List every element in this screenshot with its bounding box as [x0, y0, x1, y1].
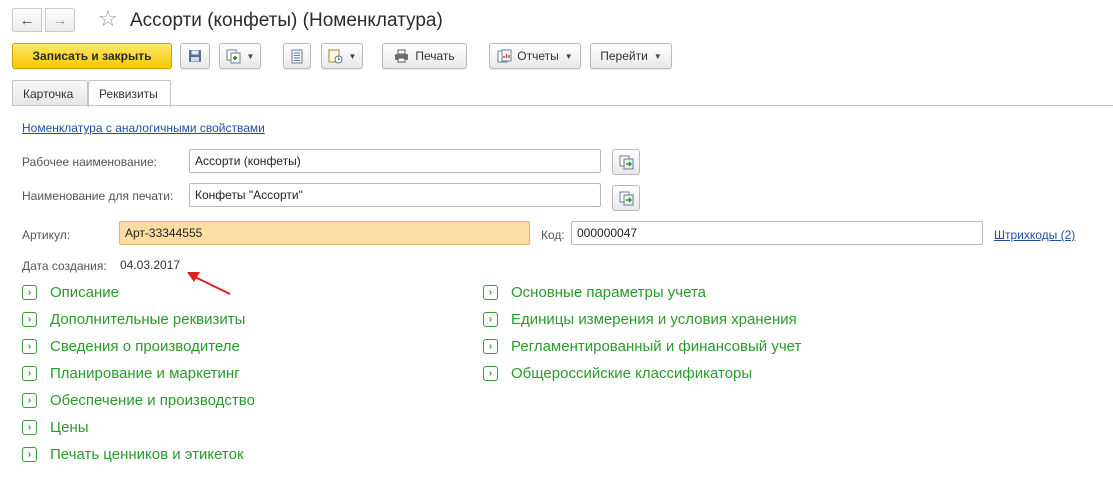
back-button[interactable]: ←: [12, 8, 42, 32]
code-label: Код:: [541, 228, 565, 242]
chevron-down-icon: ▼: [348, 51, 357, 61]
group-classifiers[interactable]: › Общероссийские классификаторы: [483, 363, 752, 383]
structure-button[interactable]: [283, 43, 311, 69]
favorite-star-icon[interactable]: ☆: [98, 5, 118, 33]
list-document-icon: [291, 49, 303, 63]
group-accounting-params[interactable]: › Основные параметры учета: [483, 282, 706, 302]
title-bar: ← → ☆ Ассорти (конфеты) (Номенклатура): [0, 0, 1113, 42]
document-clock-icon: [328, 49, 343, 63]
arrow-right-icon: →: [52, 11, 68, 29]
group-prices[interactable]: › Цены: [22, 417, 89, 437]
tab-attributes[interactable]: Реквизиты: [88, 80, 171, 107]
expand-chevron-icon: ›: [22, 392, 37, 408]
goto-button-label: Перейти: [600, 49, 648, 63]
group-manufacturer[interactable]: › Сведения о производителе: [22, 336, 240, 356]
arrow-left-icon: ←: [19, 11, 35, 29]
print-name-label: Наименование для печати:: [22, 189, 174, 203]
chevron-down-icon: ▼: [564, 51, 573, 61]
expand-chevron-icon: ›: [22, 284, 37, 300]
expand-chevron-icon: ›: [22, 311, 37, 327]
group-additional-attributes[interactable]: › Дополнительные реквизиты: [22, 309, 245, 329]
save-button[interactable]: [180, 43, 210, 69]
tab-divider: [12, 105, 1113, 106]
reports-icon: [497, 49, 512, 63]
created-date-value: 04.03.2017: [120, 258, 181, 272]
group-price-tags-labels[interactable]: › Печать ценников и этикеток: [22, 444, 244, 464]
print-name-language-button[interactable]: [612, 185, 640, 211]
similar-items-link[interactable]: Номенклатура с аналогичными свойствами: [22, 121, 265, 135]
create-based-on-icon: [226, 49, 241, 63]
expand-chevron-icon: ›: [22, 446, 37, 462]
attached-files-button[interactable]: ▼: [321, 43, 363, 69]
chevron-down-icon: ▼: [653, 51, 662, 61]
translate-icon: [619, 155, 633, 169]
tab-card[interactable]: Карточка: [12, 80, 88, 106]
article-label: Артикул:: [22, 228, 71, 242]
expand-chevron-icon: ›: [22, 338, 37, 354]
expand-chevron-icon: ›: [22, 419, 37, 435]
group-units-storage[interactable]: › Единицы измерения и условия хранения: [483, 309, 797, 329]
save-and-close-button[interactable]: Записать и закрыть: [12, 43, 172, 69]
expand-chevron-icon: ›: [22, 365, 37, 381]
group-planning-marketing[interactable]: › Планирование и маркетинг: [22, 363, 240, 383]
barcodes-link[interactable]: Штрихкоды (2): [994, 228, 1075, 242]
work-name-label: Рабочее наименование:: [22, 155, 157, 169]
group-supply-production[interactable]: › Обеспечение и производство: [22, 390, 255, 410]
expand-chevron-icon: ›: [483, 365, 498, 381]
expand-chevron-icon: ›: [483, 338, 498, 354]
code-input[interactable]: 000000047: [571, 221, 983, 245]
created-date-label: Дата создания:: [22, 259, 107, 273]
annotation-arrow-icon: [187, 272, 231, 295]
printer-icon: [395, 49, 409, 63]
window-title: Ассорти (конфеты) (Номенклатура): [130, 10, 443, 31]
create-based-on-button[interactable]: ▼: [219, 43, 261, 69]
reports-button[interactable]: Отчеты ▼: [489, 43, 581, 69]
translate-icon: [619, 191, 633, 205]
expand-chevron-icon: ›: [483, 311, 498, 327]
group-regulated-financial[interactable]: › Регламентированный и финансовый учет: [483, 336, 801, 356]
reports-button-label: Отчеты: [517, 49, 559, 63]
work-name-input[interactable]: Ассорти (конфеты): [189, 149, 601, 173]
article-input[interactable]: Арт-33344555: [119, 221, 530, 245]
print-button[interactable]: Печать: [382, 43, 467, 69]
goto-button[interactable]: Перейти ▼: [590, 43, 672, 69]
group-description[interactable]: › Описание: [22, 282, 119, 302]
floppy-disk-icon: [189, 50, 201, 62]
print-button-label: Печать: [415, 49, 455, 63]
work-name-language-button[interactable]: [612, 149, 640, 175]
forward-button[interactable]: →: [45, 8, 75, 32]
print-name-input[interactable]: Конфеты "Ассорти": [189, 183, 601, 207]
chevron-down-icon: ▼: [246, 51, 255, 61]
expand-chevron-icon: ›: [483, 284, 498, 300]
